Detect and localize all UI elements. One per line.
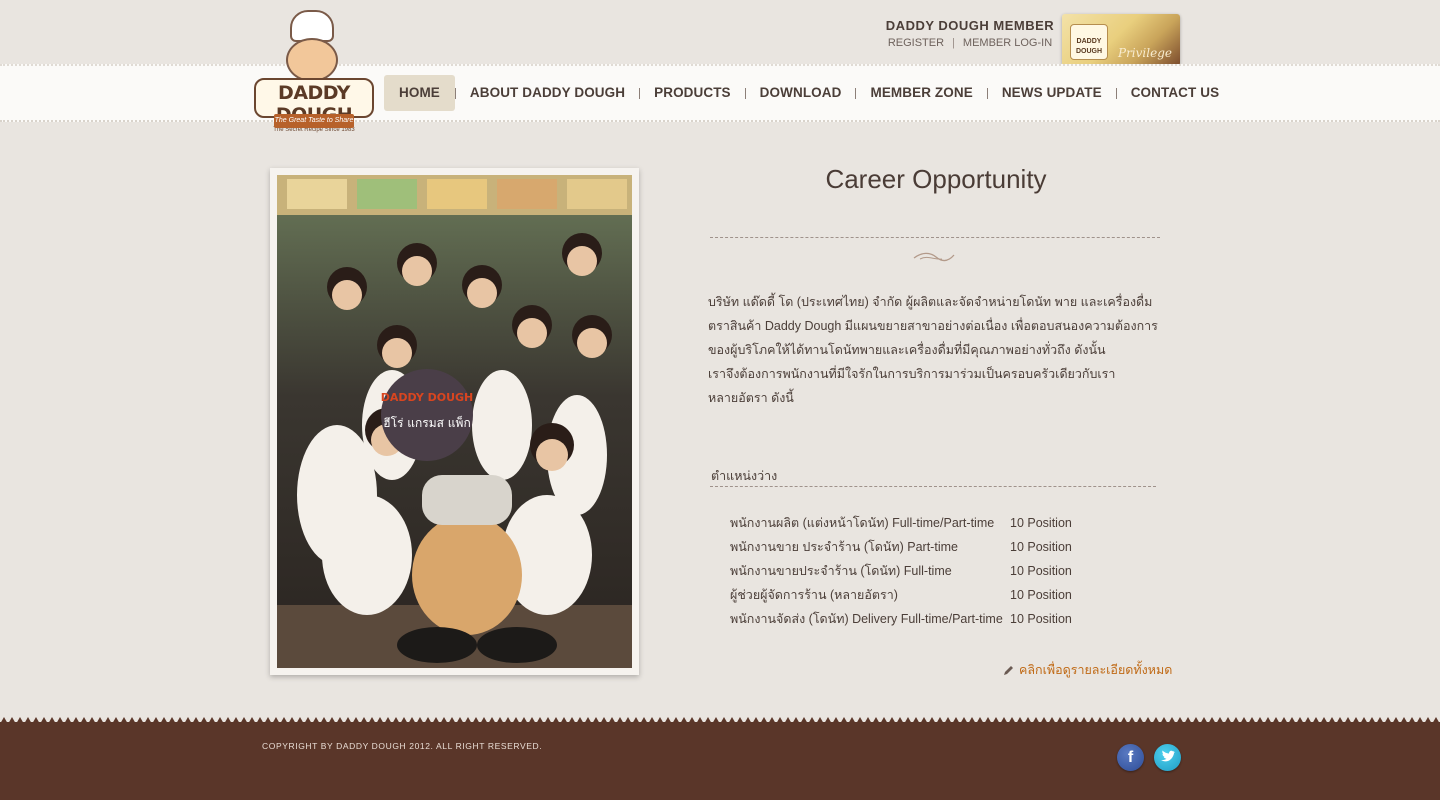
swirl-ornament-icon: [913, 252, 955, 262]
nav-member-zone[interactable]: MEMBER ZONE: [856, 75, 986, 111]
privilege-banner[interactable]: DADDY DOUGH Privilege: [1062, 14, 1180, 66]
chef-face-icon: [286, 38, 338, 82]
view-details-link[interactable]: คลิกเพื่อดูรายละเอียดทั้งหมด: [1003, 660, 1172, 680]
team-photo-frame: DADDY DOUGH ฮีโร่ แกรมส แพ็ก: [270, 168, 639, 675]
job-row: พนักงานขาย ประจำร้าน (โดนัท) Part-time 1…: [730, 536, 1150, 560]
job-row: ผู้ช่วยผู้จัดการร้าน (หลายอัตรา) 10 Posi…: [730, 584, 1150, 608]
nav-news-update[interactable]: NEWS UPDATE: [988, 75, 1116, 111]
member-links: REGISTER | MEMBER LOG-IN: [880, 37, 1060, 49]
intro-line: บริษัท แด๊ดดี้ โด (ประเทศไทย) จำกัด ผู้ผ…: [708, 295, 1153, 309]
nav-about[interactable]: ABOUT DADDY DOUGH: [456, 75, 639, 111]
title-divider: [710, 237, 1160, 238]
team-photo: DADDY DOUGH ฮีโร่ แกรมส แพ็ก: [277, 175, 632, 668]
intro-line: หลายอัตรา ดังนี้: [708, 391, 794, 405]
logo-ribbon: The Great Taste to Share: [274, 114, 354, 128]
nav-download[interactable]: DOWNLOAD: [746, 75, 856, 111]
positions-heading: ตำแหน่งว่าง: [711, 469, 778, 483]
photo-sign-brand: DADDY DOUGH: [381, 391, 474, 404]
positions-divider: [710, 486, 1156, 487]
logo-plate: DADDY DOUGH The Secret Recipe Since 1983: [254, 78, 374, 133]
nav-home[interactable]: HOME: [384, 75, 455, 111]
footer: [0, 722, 1440, 800]
daddy-dough-logo[interactable]: DADDY DOUGH The Secret Recipe Since 1983…: [252, 10, 376, 133]
view-details-label: คลิกเพื่อดูรายละเอียดทั้งหมด: [1019, 663, 1173, 677]
job-name: พนักงานผลิต (แต่งหน้าโดนัท) Full-time/Pa…: [730, 516, 995, 530]
job-name: ผู้ช่วยผู้จัดการร้าน (หลายอัตรา): [730, 588, 898, 602]
job-count: 10 Position: [1010, 564, 1072, 578]
job-name: พนักงานจัดส่ง (โดนัท) Delivery Full-time…: [730, 612, 1003, 626]
intro-line: ตราสินค้า Daddy Dough มีแผนขยายสาขาอย่าง…: [708, 319, 1158, 333]
nav-products[interactable]: PRODUCTS: [640, 75, 745, 111]
register-link[interactable]: REGISTER: [888, 37, 944, 49]
photo-sign-text: ฮีโร่ แกรมส แพ็ก: [383, 415, 470, 430]
nav-contact-us[interactable]: CONTACT US: [1117, 75, 1234, 111]
member-login-link[interactable]: MEMBER LOG-IN: [963, 37, 1052, 49]
pencil-icon: [1004, 665, 1013, 675]
job-row: พนักงานจัดส่ง (โดนัท) Delivery Full-time…: [730, 608, 1150, 632]
job-count: 10 Position: [1010, 540, 1072, 554]
job-list: พนักงานผลิต (แต่งหน้าโดนัท) Full-time/Pa…: [730, 512, 1150, 632]
twitter-icon[interactable]: [1154, 744, 1181, 771]
job-name: พนักงานขาย ประจำร้าน (โดนัท) Part-time: [730, 540, 958, 554]
job-count: 10 Position: [1010, 588, 1072, 602]
job-count: 10 Position: [1010, 612, 1072, 626]
member-title: DADDY DOUGH MEMBER: [885, 18, 1055, 33]
twitter-bird-icon: [1161, 750, 1175, 762]
copyright-text: COPYRIGHT BY DADDY DOUGH 2012. ALL RIGHT…: [262, 741, 543, 751]
member-area: DADDY DOUGH MEMBER REGISTER | MEMBER LOG-I…: [880, 18, 1060, 49]
job-row: พนักงานผลิต (แต่งหน้าโดนัท) Full-time/Pa…: [730, 512, 1150, 536]
intro-line: เราจึงต้องการพนักงานที่มีใจรักในการบริกา…: [708, 367, 1116, 381]
privilege-text: Privilege: [1118, 46, 1172, 60]
job-name: พนักงานขายประจำร้าน (โดนัท) Full-time: [730, 564, 952, 578]
job-count: 10 Position: [1010, 516, 1072, 530]
career-intro: บริษัท แด๊ดดี้ โด (ประเทศไทย) จำกัด ผู้ผ…: [708, 290, 1168, 410]
intro-line: ของผู้บริโภคให้ได้ทานโดนัทพายและเครื่องด…: [708, 343, 1106, 357]
page-title: Career Opportunity: [825, 164, 1047, 194]
facebook-icon[interactable]: f: [1117, 744, 1144, 771]
job-row: พนักงานขายประจำร้าน (โดนัท) Full-time 10…: [730, 560, 1150, 584]
member-links-separator: |: [952, 37, 955, 49]
main-nav: HOME ABOUT DADDY DOUGH PRODUCTS DOWNLOAD…: [384, 75, 1233, 111]
privilege-logo: DADDY DOUGH: [1070, 24, 1108, 60]
